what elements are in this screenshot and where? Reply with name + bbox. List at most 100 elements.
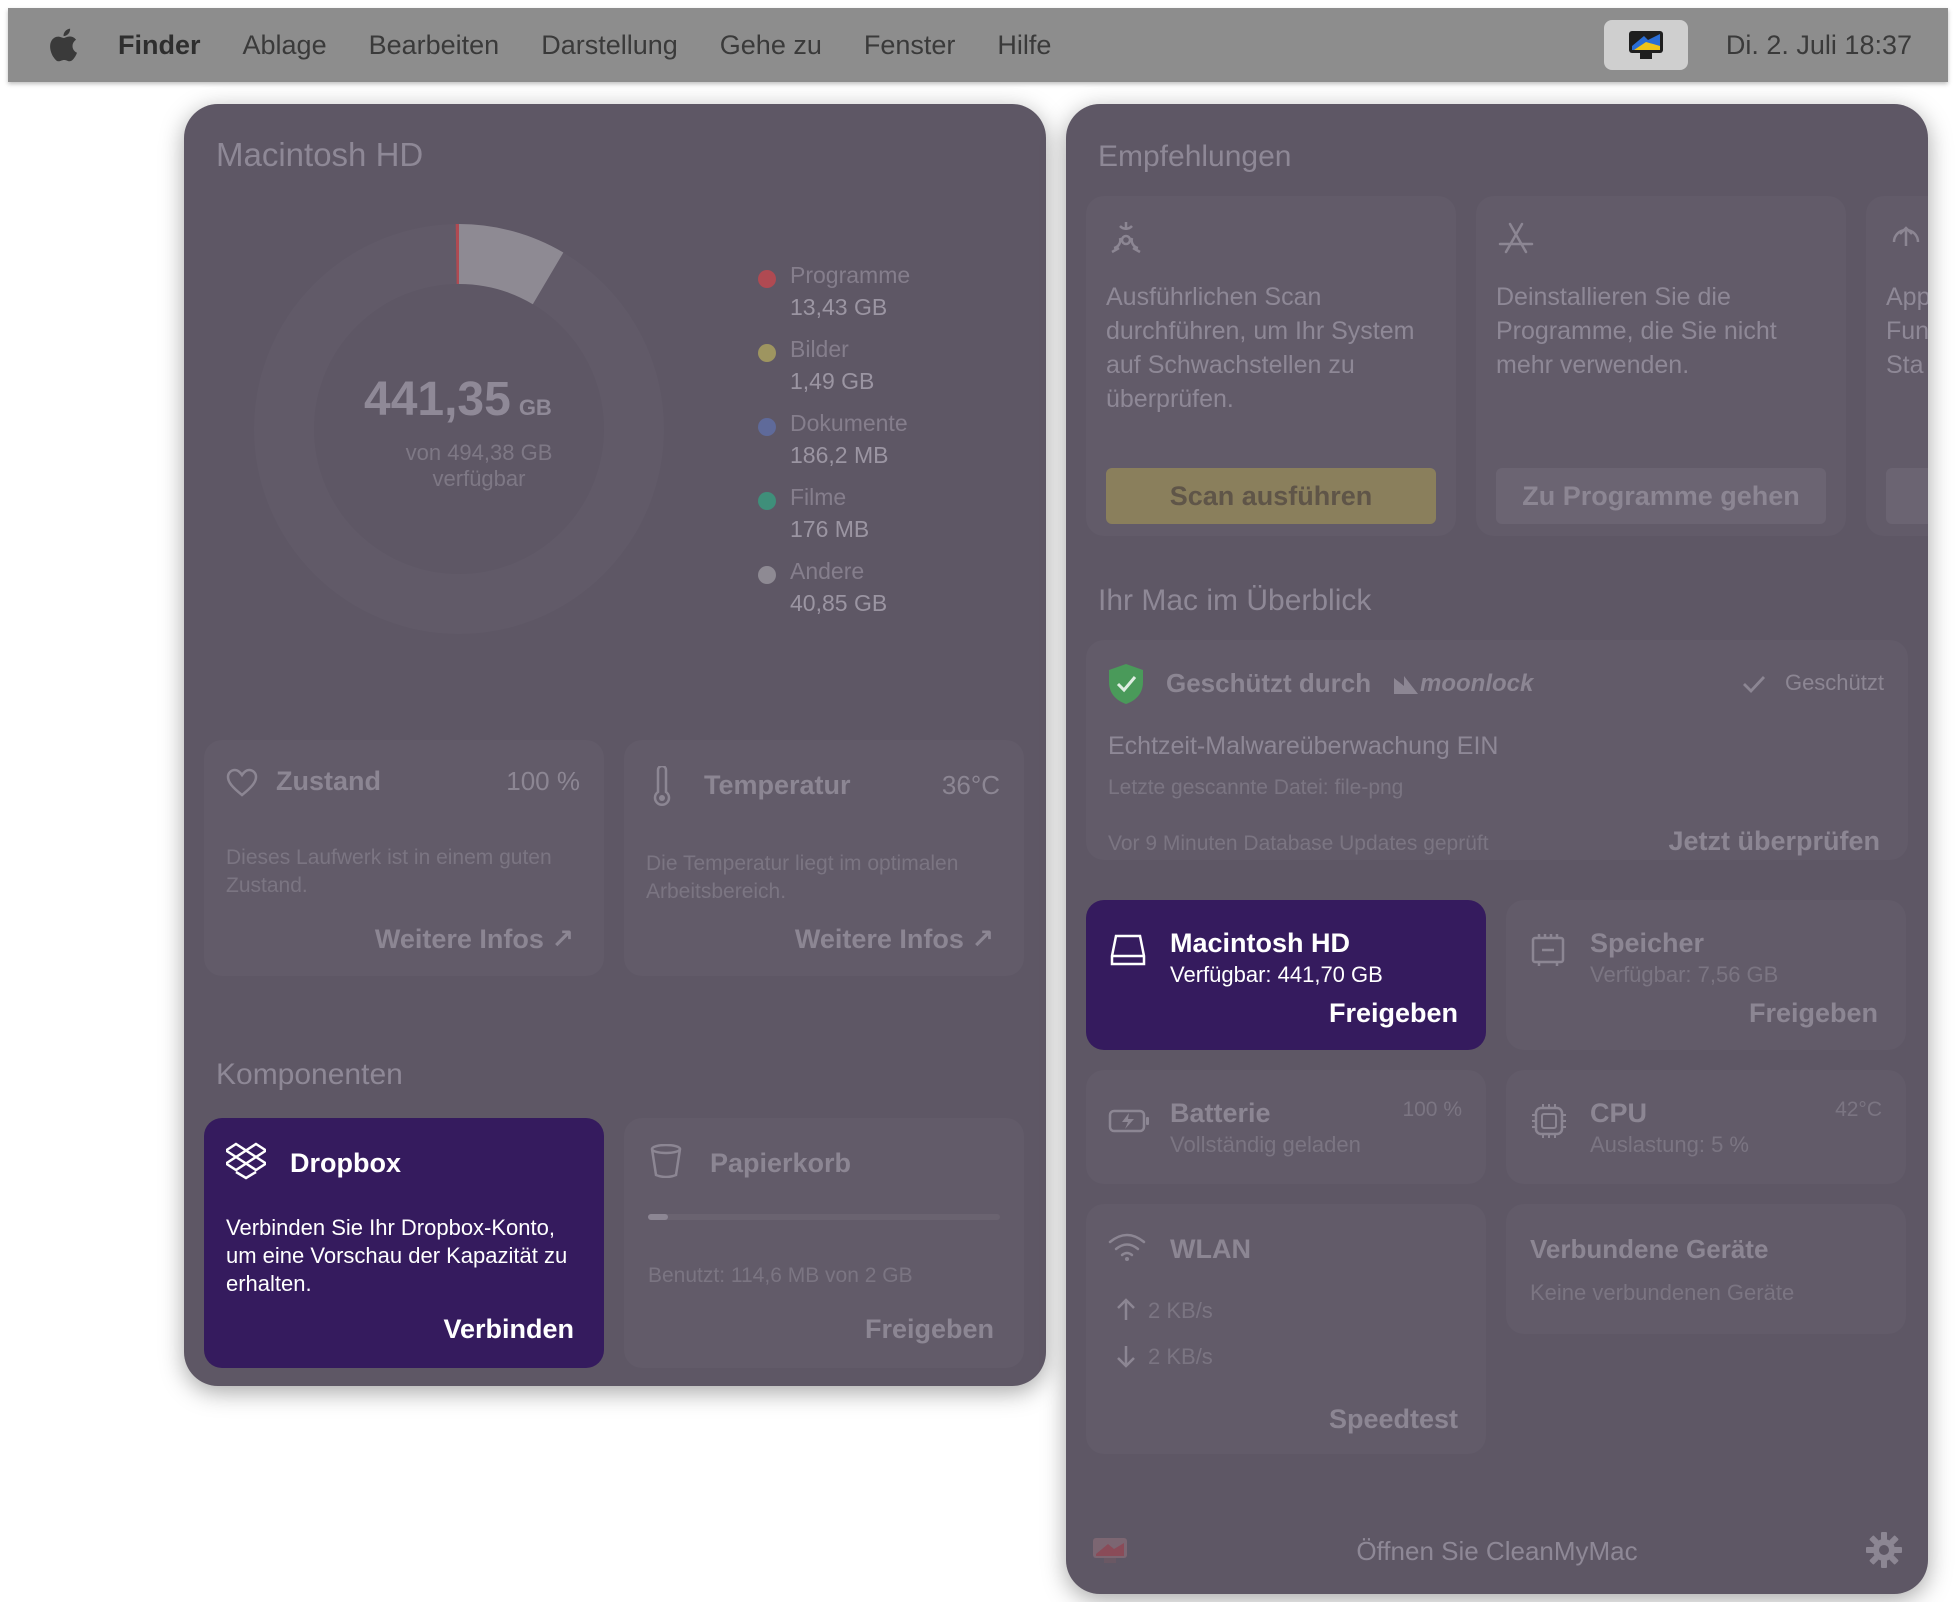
devices-tile-title: Verbundene Geräte xyxy=(1530,1234,1769,1264)
disk-usage-donut xyxy=(254,224,664,634)
menu-darstellung[interactable]: Darstellung xyxy=(541,30,678,61)
gear-icon[interactable] xyxy=(1864,1530,1904,1570)
menu-fenster[interactable]: Fenster xyxy=(864,30,956,61)
disk-available-value: 441,35 GB xyxy=(364,372,552,427)
legend-name: Programme xyxy=(790,262,911,288)
recommendation-card-updates: App Fun Sta xyxy=(1866,196,1928,536)
wifi-upload-speed: 2 KB/s xyxy=(1148,1298,1213,1323)
health-card: Zustand 100 % Dieses Laufwerk ist in ein… xyxy=(204,740,604,976)
cpu-tile[interactable]: CPU 42°C Auslastung: 5 % xyxy=(1506,1070,1906,1184)
go-to-apps-button[interactable]: Zu Programme gehen xyxy=(1496,468,1826,524)
apple-menu-icon[interactable] xyxy=(48,27,78,63)
cpu-tile-value: 42°C xyxy=(1835,1098,1882,1121)
dropbox-card: Dropbox Verbinden Sie Ihr Dropbox-Konto,… xyxy=(204,1118,604,1368)
legend-value: 176 MB xyxy=(790,516,870,542)
scan-button[interactable]: Scan ausführen xyxy=(1106,468,1436,524)
dropbox-icon xyxy=(226,1142,266,1180)
temperature-value: 36°C xyxy=(941,770,1000,800)
protection-card: Geschützt durch moonlock Geschützt Echtz… xyxy=(1086,640,1908,860)
legend-value: 13,43 GB xyxy=(790,294,888,320)
heart-icon xyxy=(226,768,258,797)
legend-name: Bilder xyxy=(790,336,849,362)
menu-finder[interactable]: Finder xyxy=(118,30,201,61)
dropbox-connect-button[interactable]: Verbinden xyxy=(443,1314,574,1345)
check-now-button[interactable]: Jetzt überprüfen xyxy=(1668,826,1880,857)
disk-title: Macintosh HD xyxy=(216,136,424,173)
legend-name: Andere xyxy=(790,558,865,584)
menu-hilfe[interactable]: Hilfe xyxy=(997,30,1051,61)
memory-tile-title: Speicher xyxy=(1590,928,1705,958)
disk-tile[interactable]: Macintosh HD Verfügbar: 441,70 GB Freige… xyxy=(1086,900,1486,1050)
wifi-tile[interactable]: WLAN 2 KB/s 2 KB/s Speedtest xyxy=(1086,1204,1486,1454)
moonlock-brand: moonlock xyxy=(1420,670,1534,697)
last-scanned-file: Letzte gescannte Datei: file-png xyxy=(1108,776,1404,799)
disk-available-label: verfügbar xyxy=(432,466,526,491)
wifi-icon xyxy=(1108,1233,1146,1261)
cpu-tile-subtitle: Auslastung: 5 % xyxy=(1590,1132,1749,1157)
dropbox-description: Verbinden Sie Ihr Dropbox-Konto, um eine… xyxy=(226,1215,568,1296)
disk-tile-subtitle: Verfügbar: 441,70 GB xyxy=(1170,962,1383,987)
overview-title: Ihr Mac im Überblick xyxy=(1098,584,1372,617)
legend-value: 40,85 GB xyxy=(790,590,888,616)
menu-bearbeiten[interactable]: Bearbeiten xyxy=(369,30,500,61)
legend-dot xyxy=(758,566,776,584)
cleanmymac-menu-icon[interactable] xyxy=(1603,20,1688,70)
wifi-download-speed: 2 KB/s xyxy=(1148,1344,1213,1369)
download-arrow-icon xyxy=(1117,1346,1135,1368)
wifi-tile-title: WLAN xyxy=(1170,1234,1251,1264)
shield-check-icon xyxy=(1109,664,1143,704)
open-cleanmymac-link[interactable]: Öffnen Sie CleanMyMac xyxy=(1066,1536,1928,1567)
overview-panel: Empfehlungen Ausführlichen Scan durchfüh… xyxy=(1066,104,1928,1594)
hard-drive-icon xyxy=(1110,934,1146,966)
health-title: Zustand xyxy=(276,766,381,796)
memory-free-button[interactable]: Freigeben xyxy=(1749,998,1878,1029)
legend-name: Filme xyxy=(790,484,847,510)
legend-value: 186,2 MB xyxy=(790,442,889,468)
dropbox-title: Dropbox xyxy=(290,1148,401,1178)
disk-panel: Macintosh HD 441,35 GB von 494,38 GB verf… xyxy=(184,104,1046,1386)
speedtest-button[interactable]: Speedtest xyxy=(1329,1404,1458,1435)
menubar-clock[interactable]: Di. 2. Juli 18:37 xyxy=(1726,30,1912,61)
trash-free-button[interactable]: Freigeben xyxy=(865,1314,994,1345)
legend-dot xyxy=(758,270,776,288)
available-number: 441,35 xyxy=(364,373,511,426)
menu-gehe-zu[interactable]: Gehe zu xyxy=(720,30,822,61)
health-description: Dieses Laufwerk ist in einem guten Zusta… xyxy=(226,846,552,897)
legend-name: Dokumente xyxy=(790,410,908,436)
trash-usage-bar xyxy=(648,1214,1000,1220)
menu-ablage[interactable]: Ablage xyxy=(243,30,327,61)
updates-button[interactable] xyxy=(1886,468,1928,524)
moonlock-logo-icon xyxy=(1394,676,1418,694)
recommendation-scan-text: Ausführlichen Scan durchführen, um Ihr S… xyxy=(1106,283,1415,413)
components-title: Komponenten xyxy=(216,1058,403,1091)
protection-status: Geschützt xyxy=(1784,670,1884,695)
health-value: 100 % xyxy=(506,766,580,796)
protection-title: Geschützt durch xyxy=(1166,668,1372,698)
trash-usage-text: Benutzt: 114,6 MB von 2 GB xyxy=(648,1264,913,1287)
trash-usage-fill xyxy=(648,1214,669,1220)
recommendation-uninstall-text: Deinstallieren Sie die Programme, die Si… xyxy=(1496,283,1777,379)
recommendation-updates-text: App Fun Sta xyxy=(1886,283,1928,379)
update-icon xyxy=(1892,226,1920,246)
temperature-description: Die Temperatur liegt im optimalen Arbeit… xyxy=(646,852,959,903)
health-more-info-link[interactable]: Weitere Infos ↗ xyxy=(375,924,574,955)
legend-dot xyxy=(758,344,776,362)
biohazard-icon xyxy=(1111,222,1141,254)
available-unit: GB xyxy=(518,395,552,420)
disk-tile-title: Macintosh HD xyxy=(1170,928,1351,958)
upload-arrow-icon xyxy=(1117,1298,1135,1320)
recommendation-card-scan: Ausführlichen Scan durchführen, um Ihr S… xyxy=(1086,196,1456,536)
battery-tile-subtitle: Vollständig geladen xyxy=(1170,1132,1361,1157)
memory-chip-icon xyxy=(1531,934,1565,966)
legend-dot xyxy=(758,492,776,510)
cpu-icon xyxy=(1532,1104,1566,1138)
trash-icon xyxy=(650,1144,682,1178)
recommendations-title: Empfehlungen xyxy=(1098,140,1292,173)
connected-devices-tile[interactable]: Verbundene Geräte Keine verbundenen Gerä… xyxy=(1506,1204,1906,1334)
memory-tile[interactable]: Speicher Verfügbar: 7,56 GB Freigeben xyxy=(1506,900,1906,1050)
trash-card: Papierkorb Benutzt: 114,6 MB von 2 GB Fr… xyxy=(624,1118,1024,1368)
battery-tile[interactable]: Batterie 100 % Vollständig geladen xyxy=(1086,1070,1486,1184)
temperature-title: Temperatur xyxy=(704,770,851,800)
disk-free-button[interactable]: Freigeben xyxy=(1329,998,1458,1029)
temperature-more-info-link[interactable]: Weitere Infos ↗ xyxy=(795,924,994,955)
